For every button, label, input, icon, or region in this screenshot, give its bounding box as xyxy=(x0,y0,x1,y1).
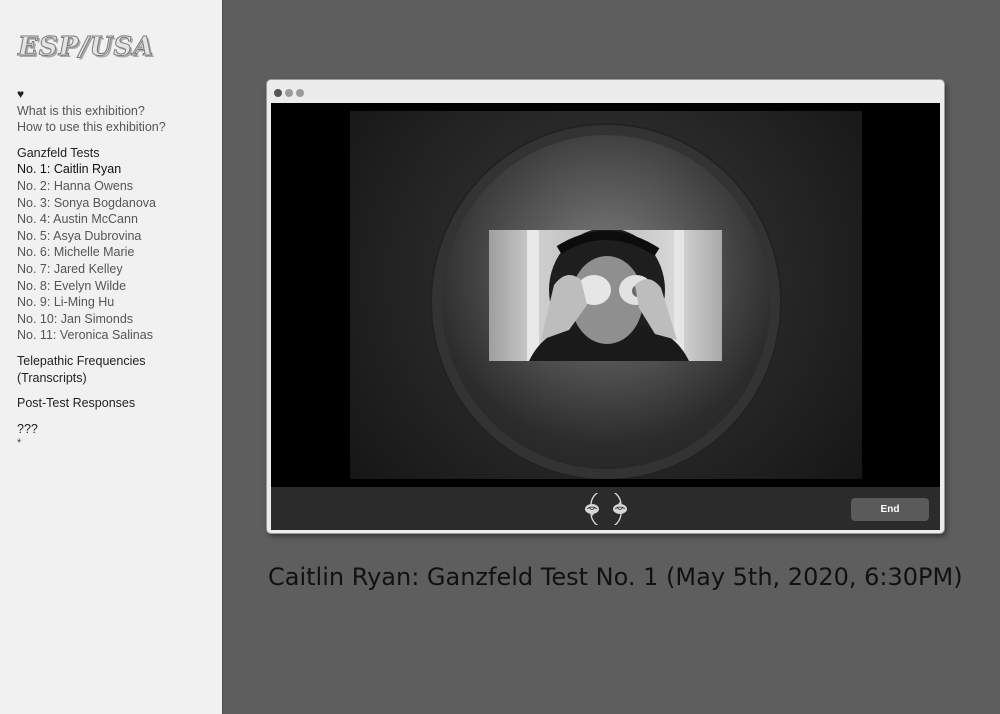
window-minimize-dot[interactable] xyxy=(285,89,293,97)
window-titlebar xyxy=(267,80,944,103)
nav-test-2[interactable]: No. 2: Hanna Owens xyxy=(17,178,217,195)
nav-link-how-to-use[interactable]: How to use this exhibition? xyxy=(17,119,217,136)
video-stage xyxy=(271,103,940,487)
nav-test-1[interactable]: No. 1: Caitlin Ryan xyxy=(17,161,217,178)
window-close-dot[interactable] xyxy=(274,89,282,97)
nav-telepathic-line1: Telepathic Frequencies xyxy=(17,353,146,368)
nav-link-what-is[interactable]: What is this exhibition? xyxy=(17,103,217,120)
video-caption: Caitlin Ryan: Ganzfeld Test No. 1 (May 5… xyxy=(268,563,963,591)
nav-telepathic-frequencies[interactable]: Telepathic Frequencies (Transcripts) xyxy=(17,353,217,386)
sidebar: ESP/USA ♥ What is this exhibition? How t… xyxy=(0,0,223,714)
nav-test-4[interactable]: No. 4: Austin McCann xyxy=(17,211,217,228)
nav-test-8[interactable]: No. 8: Evelyn Wilde xyxy=(17,278,217,295)
nav-test-10[interactable]: No. 10: Jan Simonds xyxy=(17,311,217,328)
participant-video xyxy=(489,230,722,361)
ganzfeld-scene xyxy=(350,111,862,479)
nav-post-test-responses[interactable]: Post-Test Responses xyxy=(17,395,217,412)
end-call-button[interactable]: End xyxy=(851,498,929,521)
video-call-window: End xyxy=(267,80,944,533)
nav-test-5[interactable]: No. 5: Asya Dubrovina xyxy=(17,228,217,245)
heart-icon[interactable]: ♥ xyxy=(17,86,217,103)
site-logo[interactable]: ESP/USA xyxy=(17,32,154,63)
nav-asterisk: * xyxy=(17,437,22,450)
call-controls: End xyxy=(271,487,940,530)
nav-test-7[interactable]: No. 7: Jared Kelley xyxy=(17,261,217,278)
nav-heading-ganzfeld[interactable]: Ganzfeld Tests xyxy=(17,145,217,162)
nav-test-6[interactable]: No. 6: Michelle Marie xyxy=(17,244,217,261)
nav-mystery[interactable]: ??? xyxy=(17,421,217,438)
nav-telepathic-line2: (Transcripts) xyxy=(17,370,87,385)
nav-test-11[interactable]: No. 11: Veronica Salinas xyxy=(17,327,217,344)
participant-figure xyxy=(527,230,689,361)
brain-swap-icon[interactable] xyxy=(583,489,629,529)
nav-test-9[interactable]: No. 9: Li-Ming Hu xyxy=(17,294,217,311)
nav-test-3[interactable]: No. 3: Sonya Bogdanova xyxy=(17,195,217,212)
sidebar-nav: ♥ What is this exhibition? How to use th… xyxy=(17,86,217,449)
window-zoom-dot[interactable] xyxy=(296,89,304,97)
